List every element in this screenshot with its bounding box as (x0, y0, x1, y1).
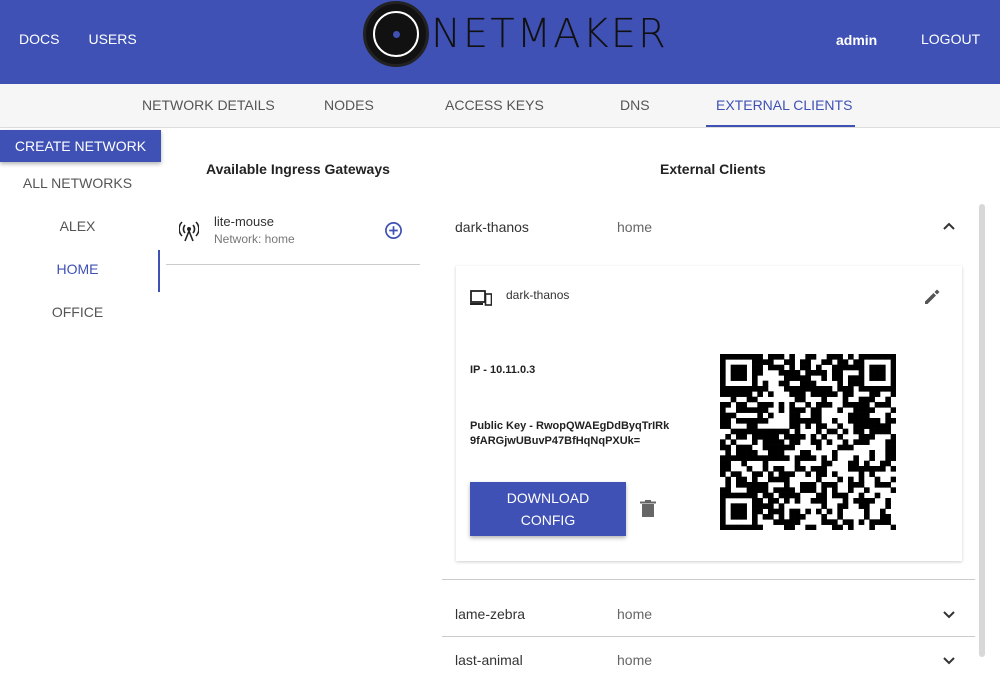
client-network: home (617, 606, 653, 622)
client-name: lame-zebra (455, 606, 526, 622)
network-tabs: NETWORK DETAILS NODES ACCESS KEYS DNS EX… (0, 84, 1000, 128)
download-label-line1: DOWNLOAD (506, 490, 590, 506)
client-row-dark-thanos[interactable]: dark-thanos home (442, 207, 975, 247)
client-row-last-animal[interactable]: last-animal home (442, 640, 975, 680)
antenna-icon (179, 221, 199, 242)
docs-link[interactable]: DOCS (19, 31, 59, 47)
gateway-item[interactable]: lite-mouse Network: home (166, 206, 420, 265)
edit-icon[interactable] (923, 288, 941, 306)
sidebar-item-office[interactable]: OFFICE (0, 304, 155, 320)
client-name: last-animal (455, 652, 523, 668)
gateway-name: lite-mouse (214, 214, 274, 229)
download-label-line2: CONFIG (520, 512, 576, 528)
delete-icon[interactable] (640, 500, 656, 518)
current-user: admin (836, 32, 878, 48)
add-circle-icon[interactable] (384, 221, 403, 240)
chevron-up-icon[interactable] (942, 220, 956, 234)
tab-network-details[interactable]: NETWORK DETAILS (142, 97, 275, 113)
tab-external-clients[interactable]: EXTERNAL CLIENTS (716, 97, 852, 113)
netmaker-logo-icon (363, 1, 429, 67)
tab-nodes[interactable]: NODES (324, 97, 374, 113)
client-detail-card: dark-thanos IP - 10.11.0.3 Public Key - … (456, 266, 962, 561)
client-ip: IP - 10.11.0.3 (470, 364, 536, 376)
client-name: dark-thanos (455, 219, 529, 235)
logout-button[interactable]: LOGOUT (921, 31, 980, 47)
tab-access-keys[interactable]: ACCESS KEYS (445, 97, 544, 113)
sidebar-item-home[interactable]: HOME (0, 261, 155, 277)
client-row-lame-zebra[interactable]: lame-zebra home (442, 594, 975, 634)
accordion-divider (442, 579, 975, 580)
top-app-bar: DOCS USERS NETMAKER admin LOGOUT (0, 0, 1000, 84)
download-config-button[interactable]: DOWNLOAD CONFIG (470, 482, 626, 536)
users-link[interactable]: USERS (88, 31, 136, 47)
devices-icon (470, 290, 492, 306)
scrollbar[interactable] (979, 204, 985, 657)
create-network-button[interactable]: CREATE NETWORK (0, 130, 161, 162)
chevron-down-icon[interactable] (942, 653, 956, 667)
client-public-key: Public Key - RwopQWAEgDdByqTrIRk9fARGjwU… (470, 420, 670, 447)
brand: NETMAKER (363, 0, 668, 68)
ingress-gateways-title: Available Ingress Gateways (206, 161, 390, 177)
client-network: home (617, 219, 653, 235)
sidebar-item-all-networks[interactable]: ALL NETWORKS (0, 175, 155, 191)
qr-code (720, 354, 896, 530)
external-clients-title: External Clients (660, 161, 766, 177)
active-tab-indicator (706, 125, 855, 127)
sidebar-item-alex[interactable]: ALEX (0, 218, 155, 234)
gateway-network: Network: home (214, 232, 295, 246)
tab-dns[interactable]: DNS (620, 97, 650, 113)
brand-name: NETMAKER (431, 11, 668, 57)
client-device-name: dark-thanos (506, 288, 570, 302)
accordion-divider (442, 636, 975, 637)
client-network: home (617, 652, 653, 668)
header-nav: DOCS USERS (19, 31, 137, 47)
sidebar-active-indicator (158, 250, 160, 292)
chevron-down-icon[interactable] (942, 607, 956, 621)
